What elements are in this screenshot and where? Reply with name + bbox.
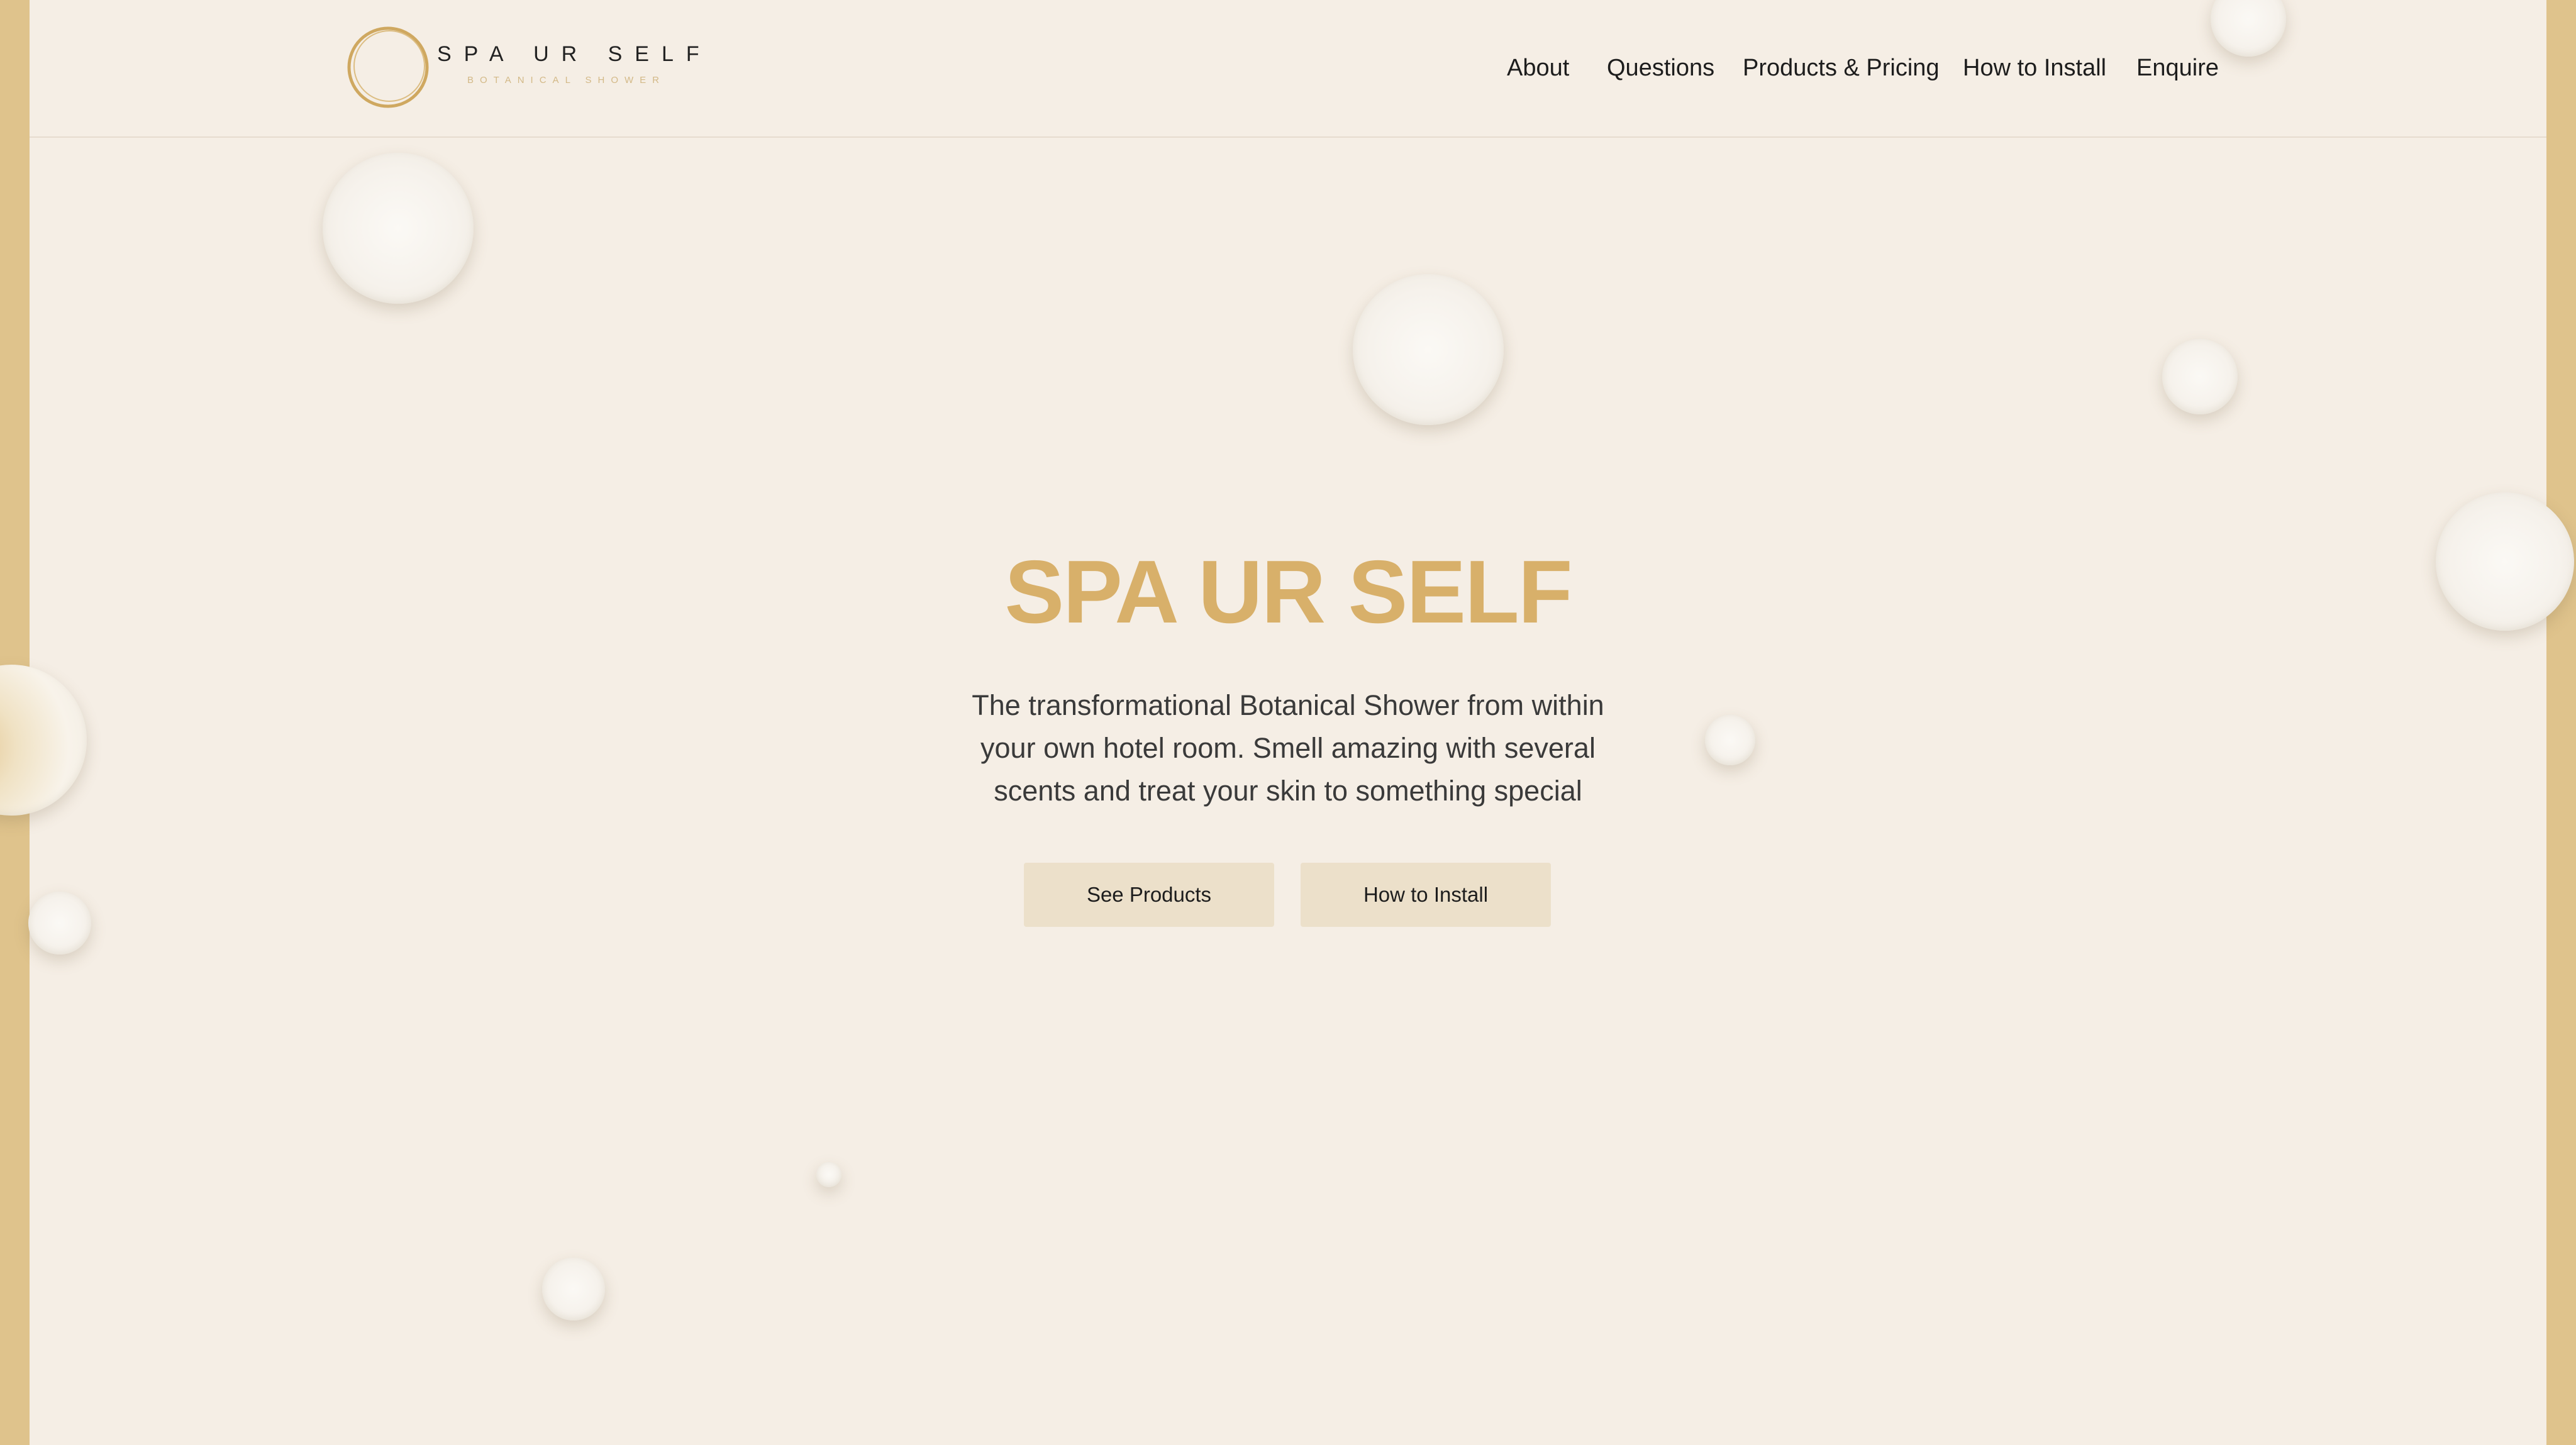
decorative-bubble [816, 1162, 841, 1187]
decorative-bubble [0, 665, 87, 816]
decorative-bubble [1353, 274, 1504, 425]
see-products-button[interactable]: See Products [1024, 863, 1274, 927]
nav-about[interactable]: About [1507, 52, 1569, 84]
nav-products-pricing[interactable]: Products & Pricing [1743, 52, 1940, 84]
decorative-bubble [2162, 339, 2238, 414]
nav-how-to-install[interactable]: How to Install [1963, 52, 2106, 84]
site-header: SPA UR SELF BOTANICAL SHOWER About Quest… [30, 0, 2546, 138]
main-nav: About Questions Products & Pricing How t… [30, 52, 2546, 89]
nav-questions[interactable]: Questions [1607, 52, 1714, 84]
decorative-bubble [28, 892, 91, 955]
right-gold-border [2546, 0, 2576, 1445]
decorative-bubble [542, 1258, 605, 1320]
how-to-install-button[interactable]: How to Install [1301, 863, 1551, 927]
hero-description: The transformational Botanical Shower fr… [972, 689, 1604, 807]
decorative-bubble [1705, 715, 1755, 765]
hero-title: SPA UR SELF [1004, 542, 1572, 642]
nav-enquire[interactable]: Enquire [2136, 52, 2219, 84]
decorative-bubble [323, 153, 474, 304]
